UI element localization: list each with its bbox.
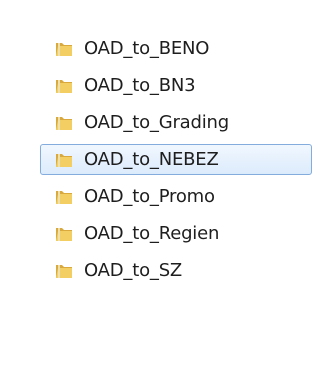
folder-label: OAD_to_BENO xyxy=(84,37,210,59)
folder-icon xyxy=(54,261,74,281)
folder-item-oad-to-grading[interactable]: OAD_to_Grading xyxy=(46,107,326,138)
folder-item-oad-to-bn3[interactable]: OAD_to_BN3 xyxy=(46,70,326,101)
folder-label: OAD_to_BN3 xyxy=(84,74,196,96)
folder-list: OAD_to_BENO OAD_to_BN3 OAD_to_Grading OA… xyxy=(40,33,326,292)
folder-label: OAD_to_NEBEZ xyxy=(84,148,219,170)
folder-icon xyxy=(54,224,74,244)
folder-item-oad-to-promo[interactable]: OAD_to_Promo xyxy=(46,181,326,212)
folder-icon xyxy=(54,76,74,96)
folder-icon xyxy=(54,150,74,170)
folder-label: OAD_to_Grading xyxy=(84,111,229,133)
folder-label: OAD_to_SZ xyxy=(84,259,183,281)
folder-item-oad-to-sz[interactable]: OAD_to_SZ xyxy=(46,255,326,286)
folder-icon xyxy=(54,113,74,133)
folder-icon xyxy=(54,187,74,207)
folder-label: OAD_to_Promo xyxy=(84,185,215,207)
folder-item-oad-to-nebez[interactable]: OAD_to_NEBEZ xyxy=(40,144,312,175)
folder-item-oad-to-beno[interactable]: OAD_to_BENO xyxy=(46,33,326,64)
file-list-pane: OAD_to_BENO OAD_to_BN3 OAD_to_Grading OA… xyxy=(0,0,326,379)
folder-icon xyxy=(54,39,74,59)
folder-item-oad-to-regien[interactable]: OAD_to_Regien xyxy=(46,218,326,249)
folder-label: OAD_to_Regien xyxy=(84,222,220,244)
